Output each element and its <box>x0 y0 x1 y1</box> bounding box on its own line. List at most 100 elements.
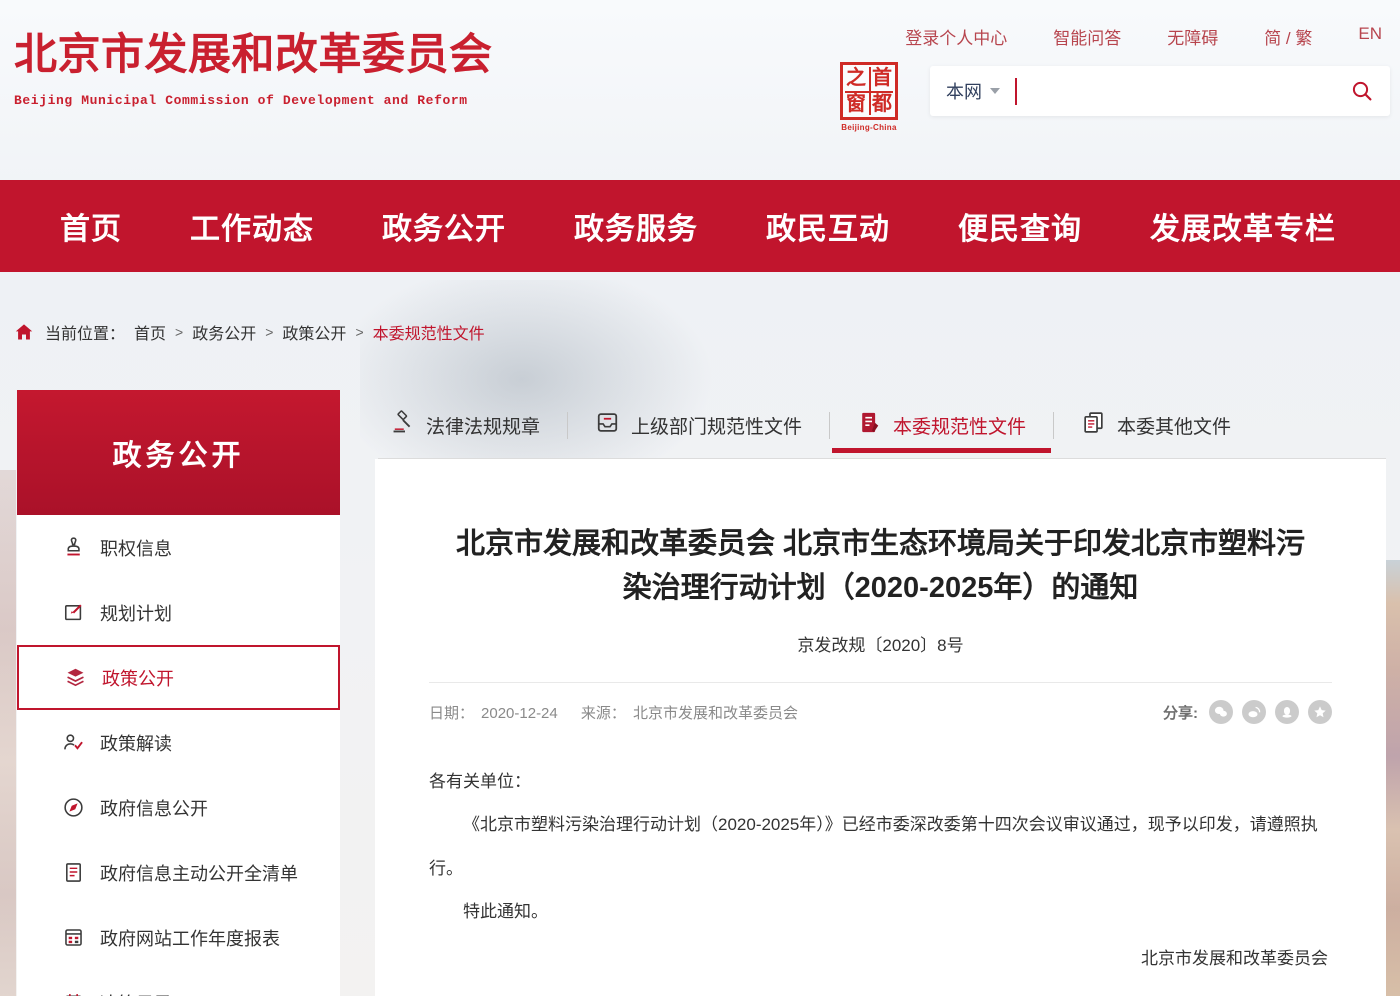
main-nav: 首页 工作动态 政务公开 政务服务 政民互动 便民查询 发展改革专栏 <box>0 180 1400 272</box>
utility-link-english[interactable]: EN <box>1358 24 1382 49</box>
article-title: 北京市发展和改革委员会 北京市生态环境局关于印发北京市塑料污染治理行动计划（20… <box>447 523 1314 610</box>
tab-laws-regulations[interactable]: 法律法规规章 <box>378 410 567 441</box>
star-share-icon[interactable] <box>1308 700 1332 724</box>
breadcrumb-prefix: 当前位置： <box>45 320 125 344</box>
seal-char: 之 <box>843 65 869 91</box>
search-scope-select[interactable]: 本网 <box>946 78 1000 104</box>
document-number: 京发改规〔2020〕8号 <box>429 631 1332 656</box>
signature: 北京市发展和改革委员会 <box>429 937 1332 980</box>
utility-links: 登录个人中心 智能问答 无障碍 简 / 繁 EN <box>905 24 1382 49</box>
home-icon[interactable] <box>14 322 34 342</box>
breadcrumb-separator: > <box>175 324 183 340</box>
list-document-icon <box>61 861 85 885</box>
seal-caption: Beijing-China <box>838 123 900 132</box>
wechat-share-icon[interactable] <box>1209 700 1233 724</box>
search-input[interactable] <box>1017 66 1350 116</box>
site-logo[interactable]: 北京市发展和改革委员会 Beijing Municipal Commission… <box>14 20 493 108</box>
source-value: 北京市发展和改革委员会 <box>633 705 798 722</box>
utility-link-accessibility[interactable]: 无障碍 <box>1167 24 1218 49</box>
interpretation-icon <box>61 731 85 755</box>
paragraph: 《北京市塑料污染治理行动计划（2020-2025年）》已经市委深改委第十四次会议… <box>429 803 1332 890</box>
tab-label: 上级部门规范性文件 <box>631 412 802 439</box>
sidebar-item-label: 职权信息 <box>100 535 172 561</box>
paragraph: 特此通知。 <box>429 890 1332 933</box>
utility-link-smart-qa[interactable]: 智能问答 <box>1053 24 1121 49</box>
seal-grid: 之 首 窗 都 <box>840 62 898 120</box>
tab-committee-normative-documents[interactable]: 本委规范性文件 <box>830 410 1053 441</box>
date-label: 日期： <box>429 705 474 722</box>
nav-item-public-interaction[interactable]: 政民互动 <box>766 204 890 248</box>
seal-char: 首 <box>869 65 895 91</box>
nav-item-home[interactable]: 首页 <box>60 204 122 248</box>
background-watermark-left <box>0 470 16 996</box>
documents-icon <box>1081 410 1106 441</box>
sidebar-item-planning[interactable]: 规划计划 <box>17 580 340 645</box>
breadcrumb-separator: > <box>355 324 363 340</box>
breadcrumb-current: 本委规范性文件 <box>373 320 485 344</box>
sidebar: 政务公开 职权信息 规划计划 政策公开 <box>17 390 340 996</box>
nav-item-convenient-inquiry[interactable]: 便民查询 <box>958 204 1082 248</box>
stamp-icon <box>61 536 85 560</box>
tab-label: 法律法规规章 <box>426 412 540 439</box>
layers-icon <box>63 666 87 690</box>
breadcrumb-link-gov-disclosure[interactable]: 政务公开 <box>192 320 256 344</box>
weibo-share-icon[interactable] <box>1242 700 1266 724</box>
document-pen-icon <box>857 410 882 441</box>
tab-superior-documents[interactable]: 上级部门规范性文件 <box>568 410 829 441</box>
breadcrumb-link-home[interactable]: 首页 <box>134 320 166 344</box>
seal-char: 窗 <box>843 91 869 117</box>
sidebar-item-label: 决策目录 <box>100 990 172 996</box>
share-label: 分享: <box>1163 702 1198 723</box>
sidebar-item-policy-disclosure[interactable]: 政策公开 <box>17 645 340 710</box>
plan-edit-icon <box>61 601 85 625</box>
compass-icon <box>61 796 85 820</box>
breadcrumb: 当前位置： 首页 > 政务公开 > 政策公开 > 本委规范性文件 <box>14 320 485 344</box>
article-meta-left: 日期： 2020-12-24 来源： 北京市发展和改革委员会 <box>429 702 805 723</box>
page: 北京市发展和改革委员会 Beijing Municipal Commission… <box>0 0 1400 996</box>
nav-item-gov-services[interactable]: 政务服务 <box>574 204 698 248</box>
seal-char: 都 <box>869 91 895 117</box>
sidebar-item-gov-info-disclosure[interactable]: 政府信息公开 <box>17 775 340 840</box>
search-icon[interactable] <box>1350 79 1374 103</box>
sidebar-item-label: 政策解读 <box>100 730 172 756</box>
sidebar-list: 职权信息 规划计划 政策公开 政策解读 <box>17 515 340 996</box>
sidebar-item-label: 政府信息公开 <box>100 795 208 821</box>
sidebar-item-label: 规划计划 <box>100 600 172 626</box>
capital-window-seal[interactable]: 之 首 窗 都 Beijing-China <box>838 62 900 132</box>
article-meta: 日期： 2020-12-24 来源： 北京市发展和改革委员会 分享: <box>429 682 1332 724</box>
gavel-icon <box>390 410 415 441</box>
sidebar-item-policy-interpretation[interactable]: 政策解读 <box>17 710 340 775</box>
article: 北京市发展和改革委员会 北京市生态环境局关于印发北京市塑料污染治理行动计划（20… <box>375 459 1386 996</box>
site-title: 北京市发展和改革委员会 <box>14 20 493 82</box>
background-watermark-right <box>1386 560 1400 996</box>
qq-share-icon[interactable] <box>1275 700 1299 724</box>
calendar-icon <box>61 991 85 996</box>
sidebar-item-proactive-disclosure-list[interactable]: 政府信息主动公开全清单 <box>17 840 340 905</box>
sidebar-item-label: 政府网站工作年度报表 <box>100 925 280 951</box>
breadcrumb-separator: > <box>265 324 273 340</box>
sidebar-item-annual-website-report[interactable]: 政府网站工作年度报表 <box>17 905 340 970</box>
annual-report-icon <box>61 926 85 950</box>
site-subtitle: Beijing Municipal Commission of Developm… <box>14 93 493 108</box>
chevron-down-icon <box>990 88 1000 94</box>
sidebar-title: 政务公开 <box>17 390 340 515</box>
sidebar-item-label: 政府信息主动公开全清单 <box>100 860 298 886</box>
nav-item-reform-column[interactable]: 发展改革专栏 <box>1150 204 1336 248</box>
sidebar-item-authority-info[interactable]: 职权信息 <box>17 515 340 580</box>
tab-label: 本委其他文件 <box>1117 412 1231 439</box>
search-scope-label: 本网 <box>946 78 982 104</box>
tab-label: 本委规范性文件 <box>893 412 1026 439</box>
source-label: 来源： <box>581 705 626 722</box>
nav-item-work-news[interactable]: 工作动态 <box>190 204 314 248</box>
utility-link-login[interactable]: 登录个人中心 <box>905 24 1007 49</box>
active-tab-underline <box>832 448 1051 453</box>
utility-link-simplified-traditional[interactable]: 简 / 繁 <box>1264 24 1312 49</box>
sidebar-item-decision-catalog[interactable]: 决策目录 <box>17 970 340 996</box>
nav-item-gov-disclosure[interactable]: 政务公开 <box>382 204 506 248</box>
salutation: 各有关单位： <box>429 760 1332 803</box>
article-body: 各有关单位： 《北京市塑料污染治理行动计划（2020-2025年）》已经市委深改… <box>429 760 1332 981</box>
tab-committee-other-documents[interactable]: 本委其他文件 <box>1054 410 1258 441</box>
breadcrumb-link-policy-disclosure[interactable]: 政策公开 <box>282 320 346 344</box>
publish-date: 2020-12-24 <box>481 705 558 722</box>
inbox-document-icon <box>595 410 620 441</box>
